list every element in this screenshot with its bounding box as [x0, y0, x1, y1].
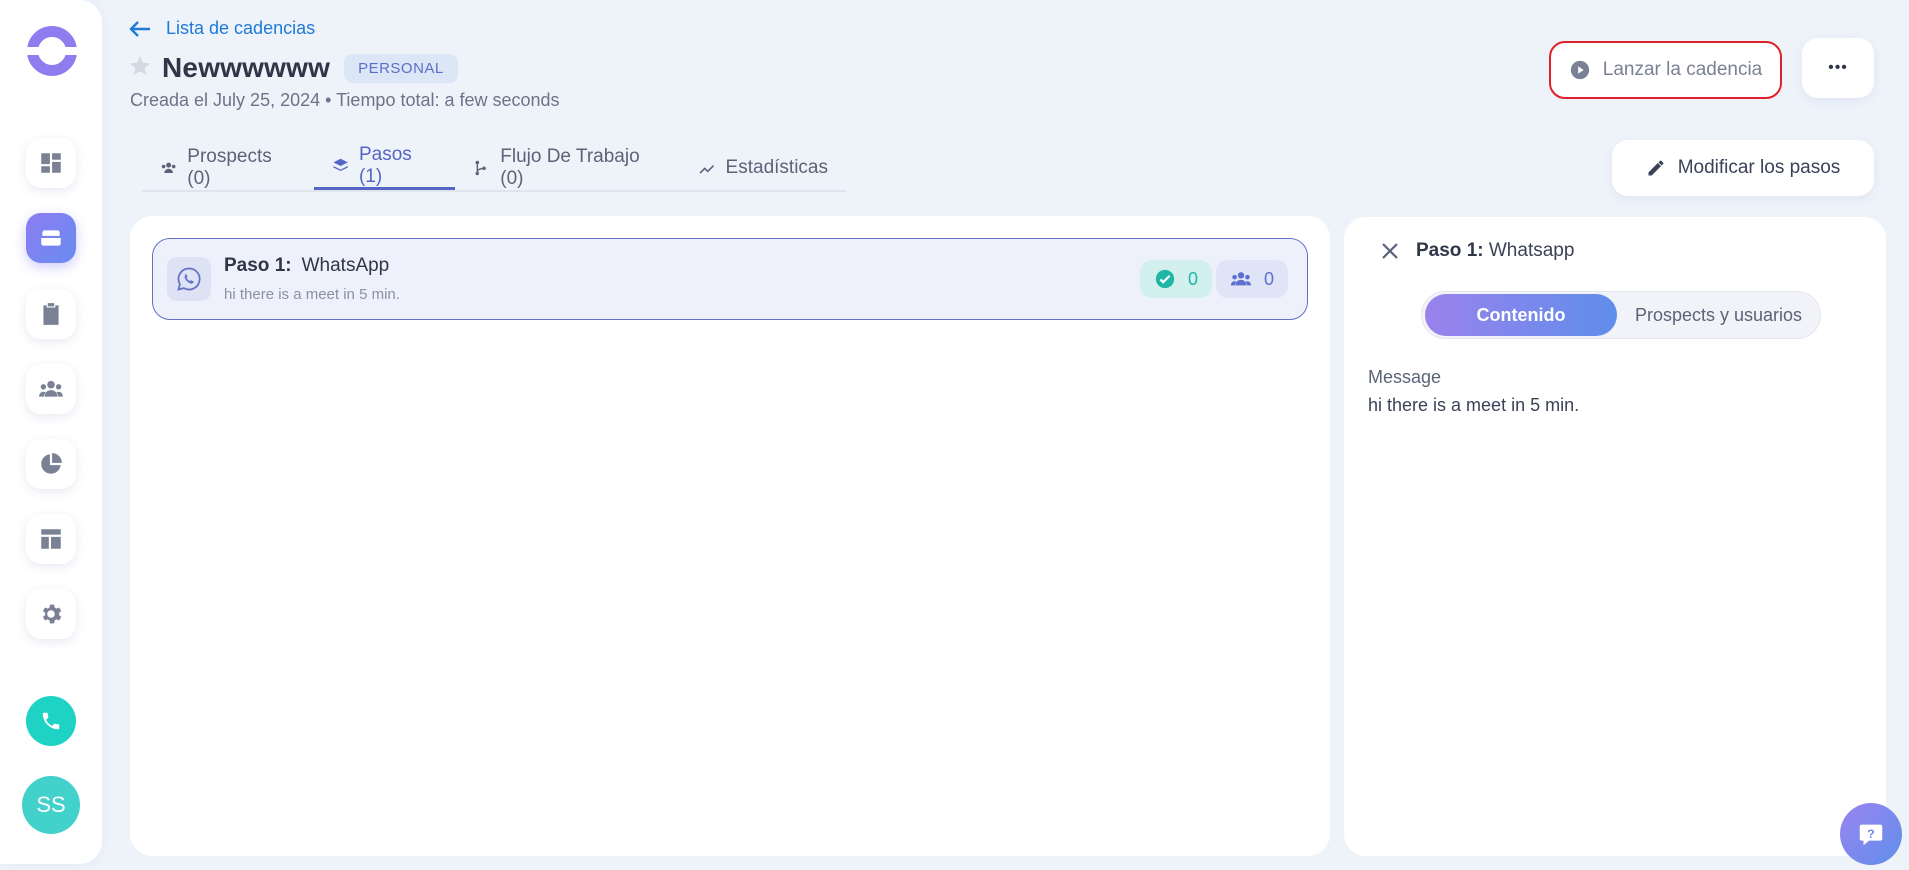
done-count: 0	[1188, 268, 1199, 289]
sidebar-item-cadences[interactable]	[26, 213, 76, 263]
people-icon	[1230, 272, 1252, 286]
step-preview: hi there is a meet in 5 min.	[224, 286, 400, 303]
sidebar-item-analytics[interactable]	[26, 439, 76, 489]
tab-label: Estadísticas	[725, 156, 828, 178]
help-button[interactable]: ?	[1840, 803, 1902, 865]
templates-icon	[41, 529, 61, 549]
back-link-label: Lista de cadencias	[166, 18, 316, 38]
close-icon	[1382, 243, 1398, 259]
step-prefix: Paso 1:	[224, 255, 292, 276]
tab-label: Flujo De Trabajo (0)	[500, 145, 640, 189]
contacts-icon	[39, 380, 63, 397]
detail-title: Paso 1: Whatsapp	[1416, 240, 1574, 262]
sidebar-item-dashboard[interactable]	[26, 138, 76, 188]
tab-prospects[interactable]: Prospects (0)	[142, 145, 314, 190]
page-subtitle: Creada el July 25, 2024 • Tiempo total: …	[130, 90, 560, 110]
launch-cadence-button[interactable]: Lanzar la cadencia	[1549, 41, 1782, 99]
people-count-chip: 0	[1216, 260, 1289, 298]
people-count: 0	[1264, 268, 1275, 289]
dashboard-icon	[41, 153, 61, 173]
help-chat-icon: ?	[1859, 824, 1883, 846]
layers-icon	[333, 158, 348, 172]
sidebar-item-contacts[interactable]	[26, 364, 76, 414]
step-detail-panel: Paso 1: Whatsapp Contenido Prospects y u…	[1344, 217, 1886, 856]
sidebar-item-settings[interactable]	[26, 589, 76, 639]
tab-label: Prospects (0)	[187, 145, 272, 189]
message-text: hi there is a meet in 5 min.	[1368, 395, 1580, 415]
cadences-icon	[41, 230, 61, 246]
status-badge: PERSONAL	[344, 53, 458, 83]
tab-label: Pasos (1)	[358, 144, 412, 187]
check-circle-icon	[1155, 269, 1175, 289]
step-card[interactable]: Paso 1: WhatsApp hi there is a meet in 5 …	[152, 238, 1308, 320]
steps-panel: Paso 1: WhatsApp hi there is a meet in 5 …	[130, 216, 1330, 856]
play-circle-icon	[1570, 60, 1589, 80]
arrow-left-icon	[129, 20, 150, 37]
tab-bar: Prospects (0) Pasos (1) Flujo De Trabajo…	[142, 144, 846, 192]
step-type: WhatsApp	[301, 255, 390, 276]
tab-steps[interactable]: Pasos (1)	[313, 144, 455, 190]
settings-icon	[42, 604, 62, 624]
close-button[interactable]	[1378, 239, 1402, 263]
back-link[interactable]: Lista de cadencias	[128, 18, 315, 39]
trend-icon	[699, 164, 714, 174]
sidebar-item-tasks[interactable]	[26, 289, 76, 339]
whatsapp-icon	[167, 257, 211, 301]
tasks-icon	[43, 303, 59, 325]
phone-icon	[42, 712, 60, 730]
launch-cadence-label: Lanzar la cadencia	[1602, 59, 1763, 80]
message-label: Message	[1368, 367, 1442, 387]
pencil-icon	[1648, 160, 1664, 176]
app-logo[interactable]	[24, 26, 80, 76]
detail-prefix: Paso 1:	[1416, 240, 1484, 261]
content-segment-control: Contenido Prospects y usuarios	[1421, 291, 1821, 339]
more-dots-icon: •••	[1828, 59, 1848, 76]
segment-prospects-users[interactable]: Prospects y usuarios	[1617, 294, 1820, 336]
page-title: Newwwwww	[162, 52, 331, 83]
segment-content[interactable]: Contenido	[1425, 294, 1617, 336]
branch-icon	[475, 160, 486, 175]
star-icon[interactable]	[128, 54, 152, 83]
done-count-chip: 0	[1140, 260, 1213, 298]
sidebar-item-templates[interactable]	[26, 514, 76, 564]
svg-text:?: ?	[1867, 827, 1874, 841]
avatar[interactable]: SS	[22, 776, 80, 834]
tab-statistics[interactable]: Estadísticas	[680, 145, 846, 190]
tab-workflow[interactable]: Flujo De Trabajo (0)	[455, 145, 680, 190]
edit-steps-button[interactable]: Modificar los pasos	[1612, 140, 1874, 196]
analytics-icon	[41, 453, 62, 474]
step-title: Paso 1: WhatsApp	[224, 255, 389, 277]
detail-type: Whatsapp	[1488, 240, 1575, 261]
phone-button[interactable]	[26, 696, 76, 746]
sidebar: SS	[0, 0, 102, 864]
title-row: Newwwwww PERSONAL	[128, 52, 458, 84]
people-icon	[161, 162, 176, 173]
edit-steps-label: Modificar los pasos	[1677, 157, 1841, 178]
more-options-button[interactable]: •••	[1802, 38, 1874, 98]
